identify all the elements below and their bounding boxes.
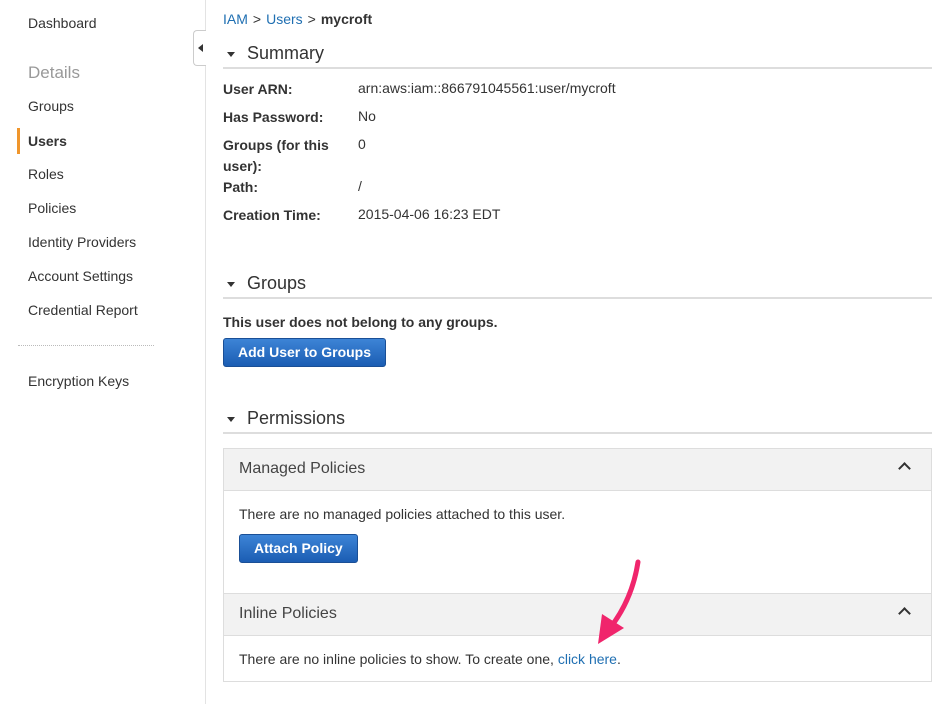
breadcrumb-users-link[interactable]: Users (266, 11, 303, 27)
path-value: / (358, 178, 362, 194)
permissions-title: Permissions (247, 408, 346, 428)
sidebar-collapse-button[interactable] (193, 30, 206, 66)
sidebar-item-identity-providers[interactable]: Identity Providers (28, 234, 136, 250)
collapse-left-icon (197, 44, 203, 52)
groups-title: Groups (247, 273, 307, 293)
sidebar-item-credential-report[interactable]: Credential Report (28, 302, 138, 318)
sidebar-item-encryption-keys[interactable]: Encryption Keys (28, 373, 129, 389)
groups-section-header[interactable]: Groups (223, 273, 932, 299)
inline-policies-title: Inline Policies (239, 605, 337, 622)
breadcrumb: IAM > Users > mycroft (223, 11, 372, 27)
inline-policies-message: There are no inline policies to show. To… (239, 651, 621, 667)
chevron-up-icon (898, 607, 911, 620)
summary-section-header[interactable]: Summary (223, 43, 932, 69)
managed-policies-title: Managed Policies (239, 460, 366, 477)
annotation-arrow-icon (598, 559, 641, 644)
has-password-value: No (358, 108, 376, 124)
creation-time-value: 2015-04-06 16:23 EDT (358, 206, 501, 222)
chevron-up-icon (898, 462, 911, 475)
breadcrumb-iam-link[interactable]: IAM (223, 11, 248, 27)
attach-policy-button[interactable]: Attach Policy (239, 534, 358, 563)
breadcrumb-current-user: mycroft (320, 11, 373, 27)
permissions-section-header[interactable]: Permissions (223, 408, 932, 434)
breadcrumb-separator: > (252, 11, 262, 27)
user-arn-value: arn:aws:iam::866791045561:user/mycroft (358, 80, 616, 96)
caret-down-icon (227, 52, 235, 57)
add-user-to-groups-button[interactable]: Add User to Groups (223, 338, 387, 367)
sidebar-item-roles[interactable]: Roles (28, 166, 64, 182)
inline-policies-empty-text: There are no inline policies to show. To… (239, 651, 554, 667)
active-indicator (17, 128, 20, 154)
inline-policies-period: . (616, 651, 621, 667)
caret-down-icon (227, 282, 235, 287)
inline-policies-header[interactable]: Inline Policies (224, 593, 931, 636)
click-here-link[interactable]: click here (558, 651, 617, 667)
managed-policies-empty-message: There are no managed policies attached t… (239, 506, 566, 522)
groups-empty-message: This user does not belong to any groups. (223, 314, 498, 330)
sidebar-item-users[interactable]: Users (28, 133, 67, 149)
sidebar-item-policies[interactable]: Policies (28, 200, 76, 216)
sidebar: Dashboard Details Groups Users Roles Pol… (0, 0, 206, 704)
creation-time-label: Creation Time: (223, 207, 321, 223)
groups-count-value: 0 (358, 136, 366, 152)
has-password-label: Has Password: (223, 109, 324, 125)
sidebar-item-account-settings[interactable]: Account Settings (28, 268, 133, 284)
sidebar-heading-details: Details (28, 63, 80, 82)
path-label: Path: (223, 179, 258, 195)
summary-title: Summary (247, 43, 325, 63)
sidebar-item-groups[interactable]: Groups (28, 98, 74, 114)
managed-policies-header[interactable]: Managed Policies (224, 449, 931, 491)
groups-count-label: Groups (for this user): (223, 137, 329, 174)
breadcrumb-separator: > (307, 11, 316, 27)
sidebar-item-dashboard[interactable]: Dashboard (28, 15, 97, 31)
user-arn-label: User ARN: (223, 81, 293, 97)
caret-down-icon (227, 417, 235, 422)
permissions-panel: Managed Policies There are no managed po… (223, 448, 932, 682)
sidebar-divider (18, 345, 154, 346)
